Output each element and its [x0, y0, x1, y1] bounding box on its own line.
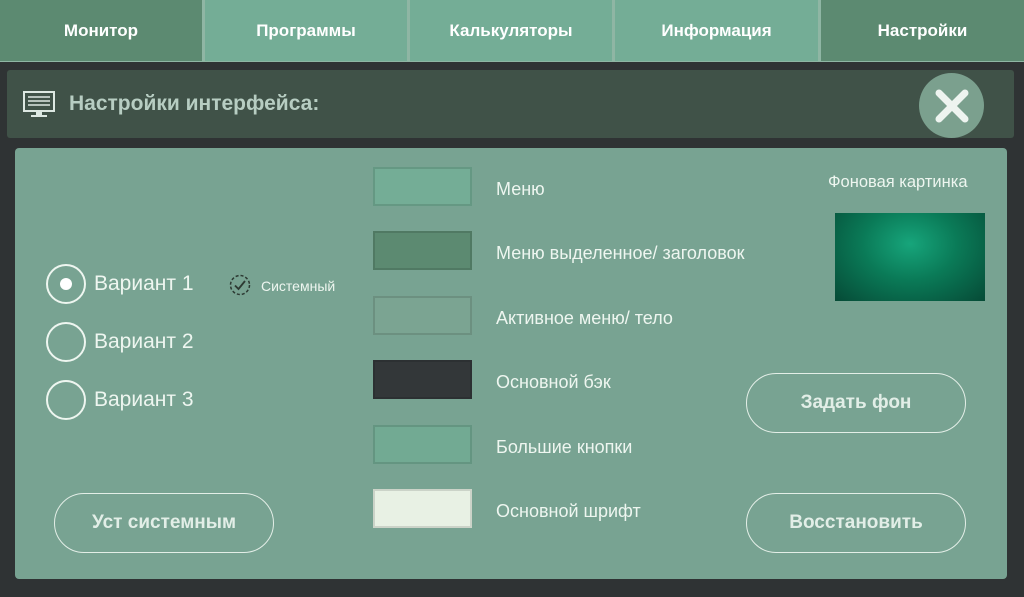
close-button[interactable]	[919, 73, 984, 138]
big-buttons-color-swatch[interactable]	[373, 425, 472, 464]
background-image-preview[interactable]	[835, 213, 985, 301]
variant-2-radio[interactable]	[46, 322, 86, 362]
variant-3-radio[interactable]	[46, 380, 86, 420]
system-check-icon	[229, 274, 251, 296]
variant-1-radio[interactable]	[46, 264, 86, 304]
main-background-color-swatch[interactable]	[373, 360, 472, 399]
radio-selected-dot	[60, 278, 72, 290]
top-nav: Монитор Программы Калькуляторы Информаци…	[0, 0, 1024, 62]
background-image-label: Фоновая картинка	[828, 173, 968, 191]
main-background-color-label: Основной бэк	[496, 372, 611, 392]
set-system-button[interactable]: Уст системным	[54, 493, 274, 553]
monitor-icon	[23, 91, 55, 119]
tab-label: Настройки	[877, 20, 968, 40]
tab-programs[interactable]: Программы	[205, 0, 407, 61]
big-buttons-color-label: Большие кнопки	[496, 437, 633, 457]
set-background-button[interactable]: Задать фон	[746, 373, 966, 433]
tab-calculators[interactable]: Калькуляторы	[410, 0, 612, 61]
tab-label: Калькуляторы	[449, 20, 573, 40]
tab-label: Программы	[256, 20, 356, 40]
tab-label: Монитор	[63, 20, 139, 40]
variant-3-label: Вариант 3	[94, 388, 194, 411]
variant-1-label: Вариант 1	[94, 272, 194, 295]
tab-monitor[interactable]: Монитор	[0, 0, 202, 61]
system-label: Системный	[261, 278, 336, 294]
menu-selected-color-label: Меню выделенное/ заголовок	[496, 243, 745, 263]
close-icon	[935, 89, 968, 122]
restore-button[interactable]: Восстановить	[746, 493, 966, 553]
main-font-color-label: Основной шрифт	[496, 501, 641, 521]
menu-selected-color-swatch[interactable]	[373, 231, 472, 270]
menu-color-label: Меню	[496, 179, 545, 199]
set-system-button-label: Уст системным	[91, 512, 237, 533]
variant-2-label: Вариант 2	[94, 330, 194, 353]
restore-button-label: Восстановить	[789, 512, 923, 533]
tab-information[interactable]: Информация	[615, 0, 818, 61]
tab-label: Информация	[661, 20, 772, 40]
menu-color-swatch[interactable]	[373, 167, 472, 206]
set-background-button-label: Задать фон	[800, 392, 912, 413]
active-menu-color-swatch[interactable]	[373, 296, 472, 335]
tab-settings[interactable]: Настройки	[821, 0, 1024, 61]
main-font-color-swatch[interactable]	[373, 489, 472, 528]
page-title: Настройки интерфейса:	[69, 92, 320, 115]
active-menu-color-label: Активное меню/ тело	[496, 308, 673, 328]
